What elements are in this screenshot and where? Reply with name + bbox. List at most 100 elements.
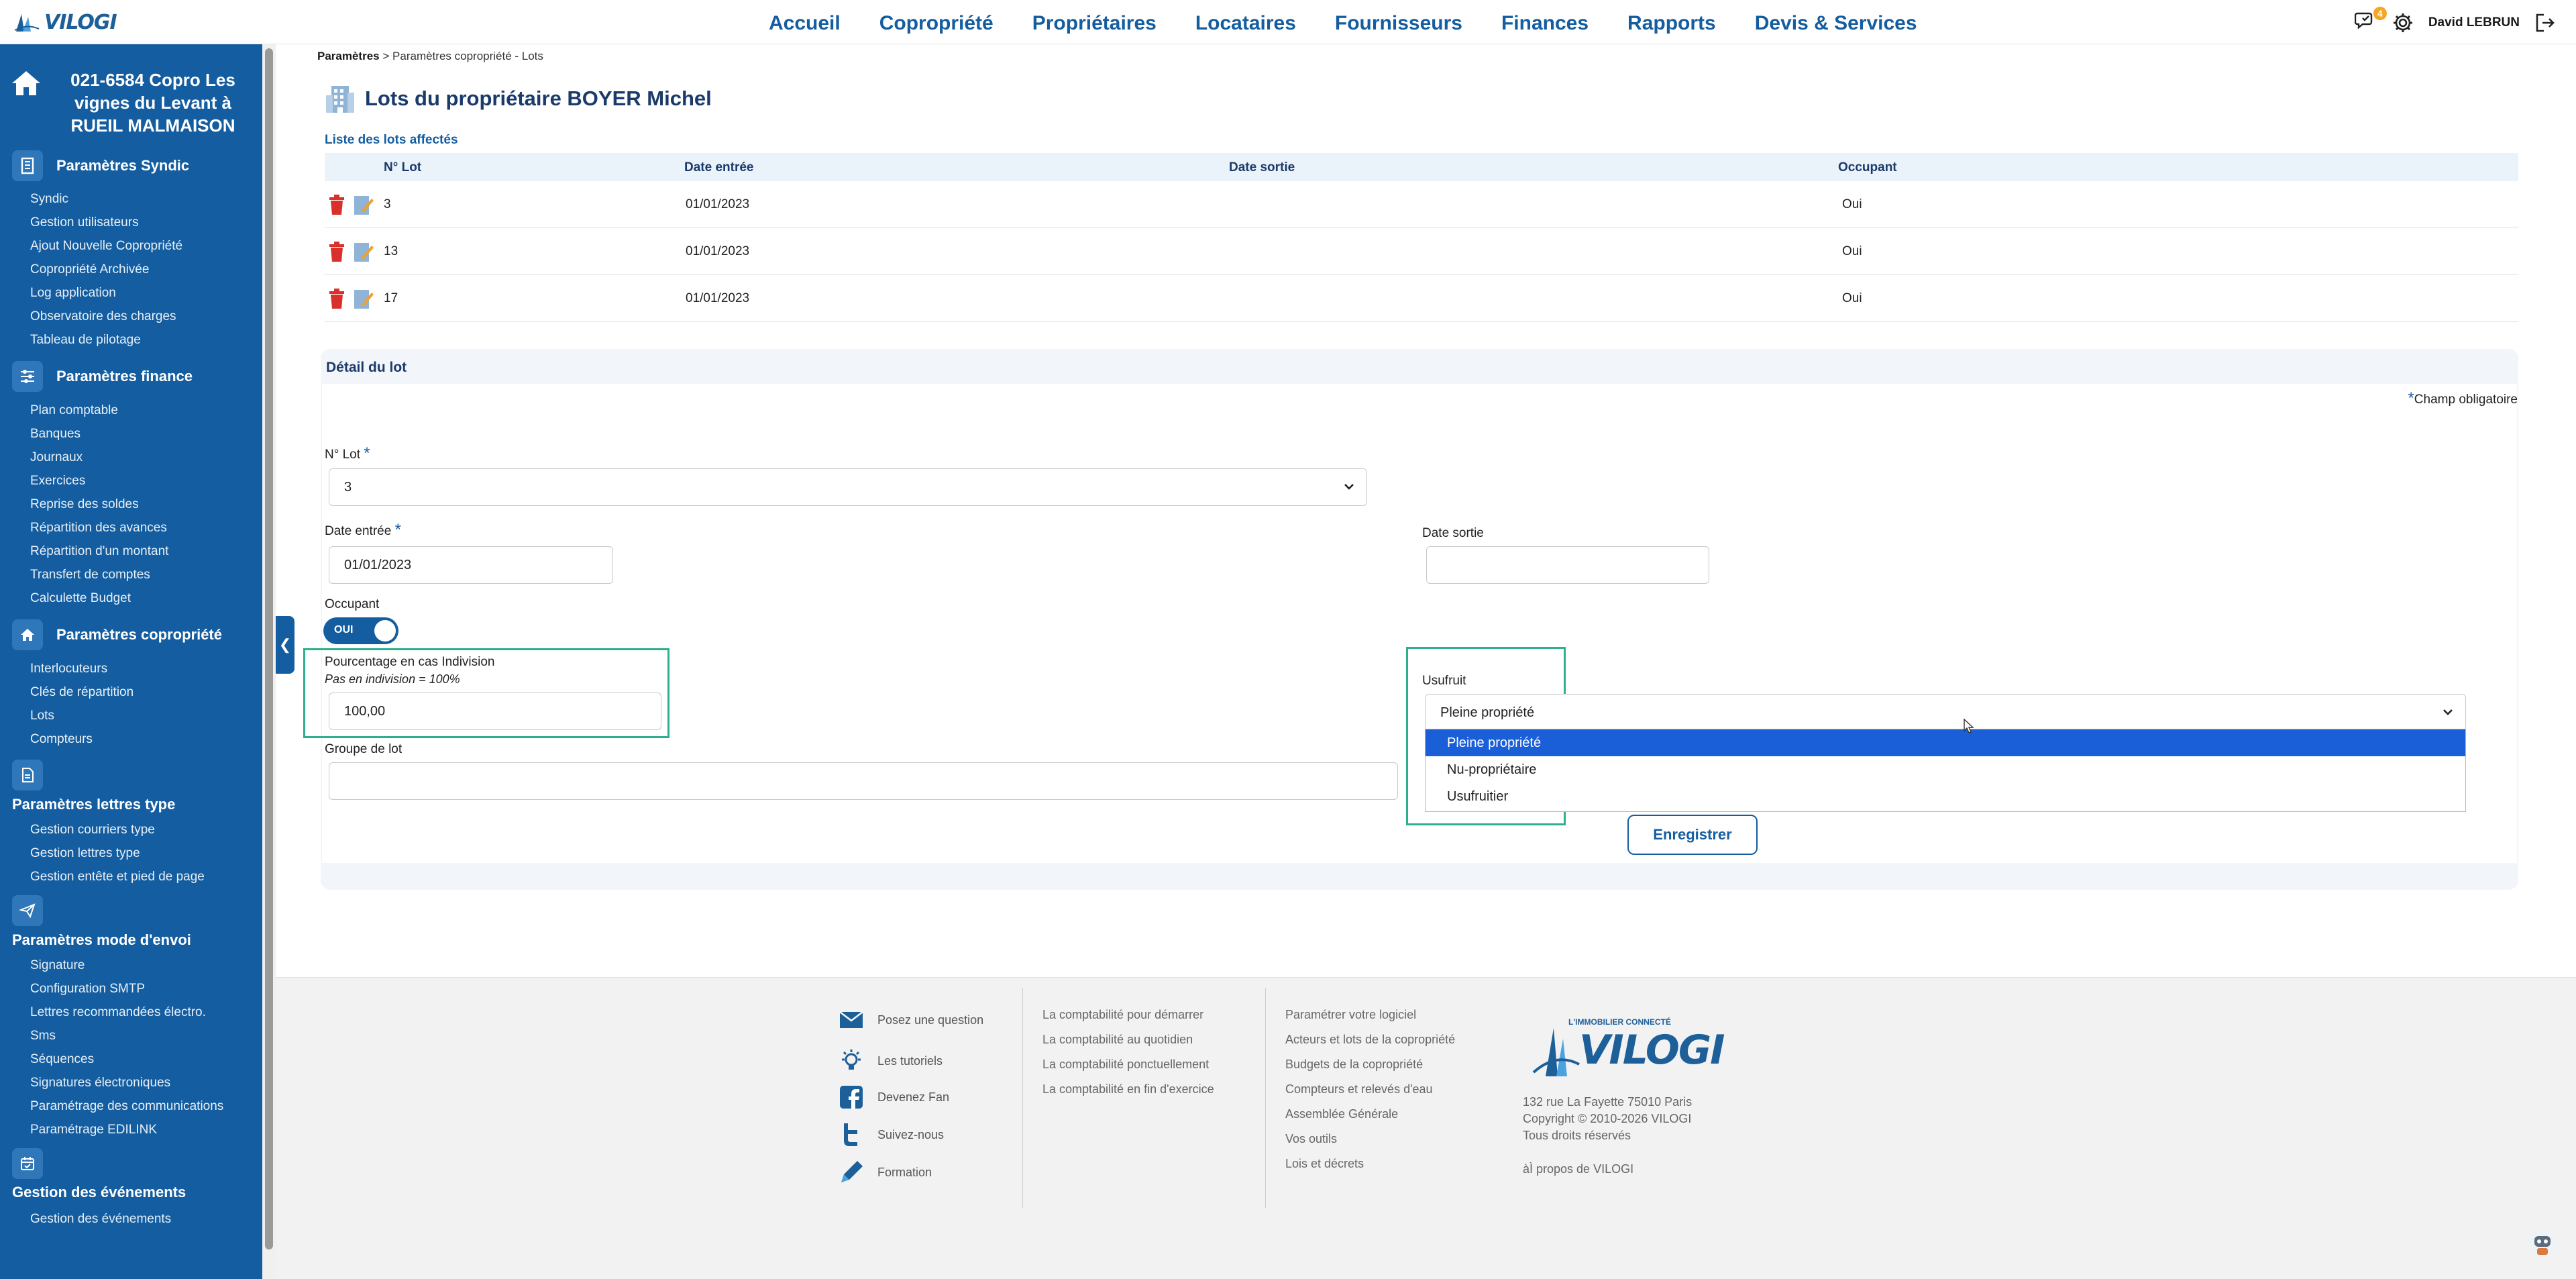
nav-rapports[interactable]: Rapports: [1627, 12, 1716, 35]
table-row[interactable]: 17 01/01/2023 Oui: [325, 275, 2518, 322]
logout-icon[interactable]: [2534, 12, 2556, 34]
trash-icon[interactable]: [327, 193, 346, 216]
breadcrumb-root[interactable]: Paramètres: [317, 50, 380, 62]
footer-link-compteurs[interactable]: Compteurs et relevés d'eau: [1285, 1082, 1433, 1096]
option-usufruitier[interactable]: Usufruitier: [1426, 783, 2465, 810]
sidebar-link-edilink[interactable]: Paramétrage EDILINK: [30, 1123, 157, 1137]
option-nu-proprietaire[interactable]: Nu-propriétaire: [1426, 756, 2465, 783]
footer-link-compta-quotidien[interactable]: La comptabilité au quotidien: [1042, 1033, 1193, 1047]
option-pleine-propriete[interactable]: Pleine propriété: [1426, 729, 2465, 756]
footer-link-budgets[interactable]: Budgets de la copropriété: [1285, 1058, 1423, 1072]
sidebar-link-entete-pied[interactable]: Gestion entête et pied de page: [30, 870, 205, 884]
section-parametres-mode-envoi[interactable]: Paramètres mode d'envoi: [12, 931, 191, 949]
sidebar-link-lettres-recommandees[interactable]: Lettres recommandées électro.: [30, 1005, 206, 1020]
vilogi-logo[interactable]: VILOGI: [13, 11, 117, 34]
sidebar-link-journaux[interactable]: Journaux: [30, 450, 83, 465]
sidebar-link-banques[interactable]: Banques: [30, 427, 80, 442]
section-parametres-lettres-type[interactable]: Paramètres lettres type: [12, 796, 175, 813]
user-name[interactable]: David LEBRUN: [2428, 15, 2520, 30]
section-parametres-copropriete[interactable]: Paramètres copropriété: [12, 619, 222, 650]
col-header-occupant[interactable]: Occupant: [1838, 160, 1897, 175]
sidebar-link-sequences[interactable]: Séquences: [30, 1052, 94, 1067]
sidebar-link-transfert-comptes[interactable]: Transfert de comptes: [30, 568, 150, 582]
footer-follow-us[interactable]: Suivez-nous: [839, 1122, 944, 1147]
gear-icon[interactable]: [2392, 12, 2414, 34]
sidebar-link-syndic[interactable]: Syndic: [30, 192, 68, 207]
sidebar-link-signatures-electroniques[interactable]: Signatures électroniques: [30, 1076, 170, 1090]
section-parametres-finance[interactable]: Paramètres finance: [12, 361, 193, 392]
edit-icon[interactable]: [353, 287, 374, 310]
sidebar-link-tableau-pilotage[interactable]: Tableau de pilotage: [30, 333, 141, 348]
footer-link-acteurs-lots[interactable]: Acteurs et lots de la copropriété: [1285, 1033, 1455, 1047]
notifications-button[interactable]: 4: [2354, 7, 2387, 36]
edit-icon[interactable]: [353, 240, 374, 263]
occupant-toggle[interactable]: OUI: [323, 617, 398, 644]
nav-finances[interactable]: Finances: [1501, 12, 1589, 35]
nav-fournisseurs[interactable]: Fournisseurs: [1335, 12, 1462, 35]
footer-link-lois[interactable]: Lois et décrets: [1285, 1157, 1364, 1171]
footer-about-link[interactable]: àÌ propos de VILOGI: [1523, 1162, 1633, 1176]
indivision-input[interactable]: 100,00: [329, 693, 661, 730]
sidebar-scrollbar[interactable]: [262, 44, 276, 1279]
sidebar-link-signature[interactable]: Signature: [30, 958, 85, 973]
section-mode-envoi-icon-wrap[interactable]: [12, 895, 43, 926]
col-header-lot[interactable]: N° Lot: [384, 160, 421, 175]
scrollbar-thumb[interactable]: [265, 48, 273, 1249]
section-gestion-evenements[interactable]: Gestion des événements: [12, 1184, 186, 1201]
sidebar-link-calculette-budget[interactable]: Calculette Budget: [30, 591, 131, 606]
section-evenements-icon-wrap[interactable]: [12, 1148, 43, 1179]
sidebar-link-copro-archivee[interactable]: Copropriété Archivée: [30, 262, 149, 277]
sidebar-link-log-application[interactable]: Log application: [30, 286, 116, 301]
sidebar-link-repartition-montant[interactable]: Répartition d'un montant: [30, 544, 168, 559]
nav-devis-services[interactable]: Devis & Services: [1755, 12, 1917, 35]
trash-icon[interactable]: [327, 240, 346, 263]
sidebar-link-lettres-type[interactable]: Gestion lettres type: [30, 846, 140, 861]
sidebar-link-ajout-copropriete[interactable]: Ajout Nouvelle Copropriété: [30, 239, 182, 254]
section-parametres-syndic[interactable]: Paramètres Syndic: [12, 150, 189, 181]
lot-select[interactable]: 3: [329, 468, 1367, 506]
sidebar-link-repartition-avances[interactable]: Répartition des avances: [30, 521, 167, 535]
sidebar-link-cles-repartition[interactable]: Clés de répartition: [30, 685, 133, 700]
sidebar-link-exercices[interactable]: Exercices: [30, 474, 85, 489]
trash-icon[interactable]: [327, 287, 346, 310]
table-row[interactable]: 13 01/01/2023 Oui: [325, 228, 2518, 275]
edit-icon[interactable]: [353, 193, 374, 216]
date-entree-input[interactable]: 01/01/2023: [329, 546, 613, 584]
copro-header[interactable]: 021-6584 Copro Les vignes du Levant à RU…: [9, 68, 254, 137]
sidebar-link-gestion-evenements[interactable]: Gestion des événements: [30, 1212, 171, 1227]
footer-ask-question[interactable]: Posez une question: [839, 1011, 983, 1029]
nav-copropriete[interactable]: Copropriété: [879, 12, 994, 35]
usufruit-select[interactable]: Pleine propriété: [1425, 694, 2466, 731]
sidebar-link-plan-comptable[interactable]: Plan comptable: [30, 403, 118, 418]
footer-training[interactable]: Formation: [839, 1160, 932, 1185]
sidebar-link-compteurs[interactable]: Compteurs: [30, 732, 93, 747]
sidebar-link-sms[interactable]: Sms: [30, 1029, 56, 1043]
footer-link-assemblee[interactable]: Assemblée Générale: [1285, 1107, 1398, 1121]
footer-facebook[interactable]: Devenez Fan: [839, 1084, 949, 1110]
footer-link-outils[interactable]: Vos outils: [1285, 1132, 1337, 1146]
groupe-input[interactable]: [329, 762, 1398, 800]
nav-locataires[interactable]: Locataires: [1195, 12, 1296, 35]
date-sortie-input[interactable]: [1426, 546, 1709, 584]
footer-tutorials[interactable]: Les tutoriels: [839, 1048, 943, 1074]
save-button[interactable]: Enregistrer: [1627, 815, 1758, 855]
footer-link-compta-fin-exercice[interactable]: La comptabilité en fin d'exercice: [1042, 1082, 1214, 1096]
sidebar-link-interlocuteurs[interactable]: Interlocuteurs: [30, 662, 107, 676]
sidebar-link-reprise-soldes[interactable]: Reprise des soldes: [30, 497, 139, 512]
footer-link-compta-ponctuellement[interactable]: La comptabilité ponctuellement: [1042, 1058, 1209, 1072]
nav-accueil[interactable]: Accueil: [769, 12, 841, 35]
nav-proprietaires[interactable]: Propriétaires: [1032, 12, 1157, 35]
col-header-date-entree[interactable]: Date entrée: [684, 160, 754, 175]
footer-link-parametrer[interactable]: Paramétrer votre logiciel: [1285, 1008, 1416, 1022]
sidebar-link-gestion-utilisateurs[interactable]: Gestion utilisateurs: [30, 215, 139, 230]
footer-link-compta-demarrer[interactable]: La comptabilité pour démarrer: [1042, 1008, 1203, 1022]
chatbot-button[interactable]: [2528, 1227, 2557, 1262]
sidebar-link-smtp[interactable]: Configuration SMTP: [30, 982, 145, 996]
sidebar-link-lots[interactable]: Lots: [30, 709, 54, 723]
col-header-date-sortie[interactable]: Date sortie: [1229, 160, 1295, 175]
sidebar-link-parametrage-communications[interactable]: Paramétrage des communications: [30, 1099, 223, 1114]
sidebar-link-courriers-type[interactable]: Gestion courriers type: [30, 823, 155, 837]
section-lettres-type-icon-wrap[interactable]: [12, 760, 43, 790]
table-row[interactable]: 3 01/01/2023 Oui: [325, 181, 2518, 228]
collapse-sidebar-button[interactable]: ❮: [276, 616, 294, 674]
